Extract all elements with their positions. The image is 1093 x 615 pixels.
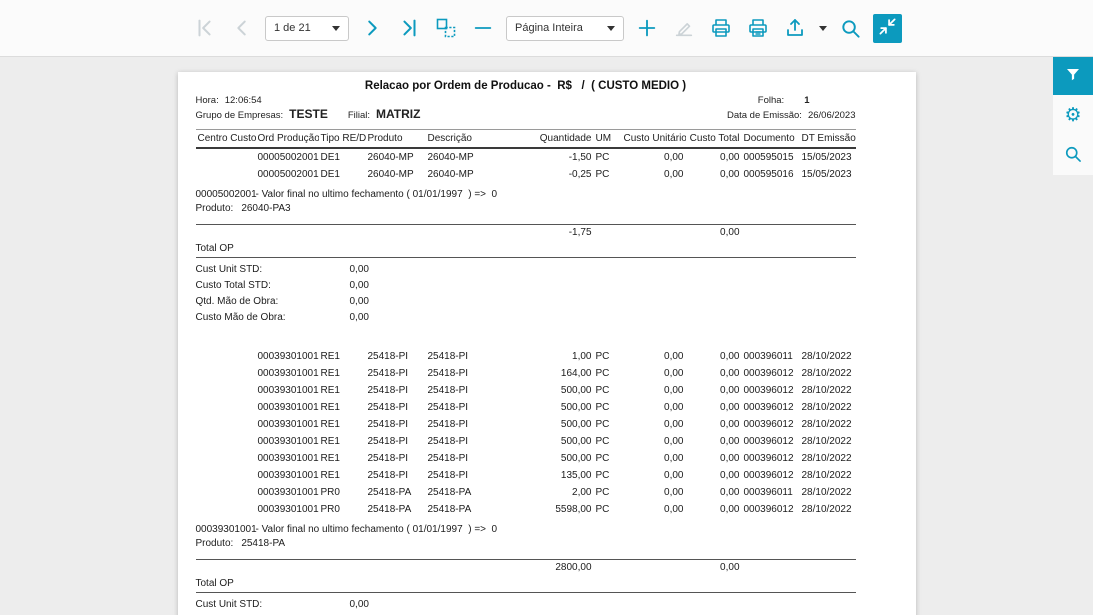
sidebar-search-button[interactable] xyxy=(1053,135,1093,175)
table-row: 00039301001 RE1 25418-PI 25418-PI 500,00 PC… xyxy=(257,401,852,413)
last-page-button[interactable] xyxy=(395,14,423,42)
report-page: Relacao por Ordem de Producao - R$ / ( C… xyxy=(177,72,916,615)
report-title: Relacao por Ordem de Producao - R$ / ( C… xyxy=(364,80,687,92)
collapse-toolbar-button[interactable] xyxy=(873,13,902,43)
first-page-icon xyxy=(194,17,216,39)
signature-edit-icon xyxy=(673,17,695,39)
total-op-label: Total OP xyxy=(195,242,234,254)
produto-line: Produto: 25418-PA xyxy=(195,537,286,549)
zoom-out-button[interactable] xyxy=(469,14,497,42)
chevron-down-icon xyxy=(332,25,340,31)
report-emission-date: Data de Emissão: 26/06/2023 xyxy=(726,110,856,121)
settings-button[interactable]: ⚙ xyxy=(1053,95,1093,135)
divider xyxy=(195,591,856,593)
print-icon xyxy=(709,16,733,40)
table-row: 00039301001 RE1 25418-PI 25418-PI 500,00 PC… xyxy=(257,384,852,396)
total-op-label: Total OP xyxy=(195,577,234,589)
table-row: 00039301001 PR0 25418-PA 25418-PA 2,00 PC 0… xyxy=(257,486,852,498)
table-row: 00005002001 DE1 26040-MP 26040-MP -0,25 PC … xyxy=(257,168,852,180)
thumbnails-icon xyxy=(434,16,458,40)
last-page-icon xyxy=(398,17,420,39)
report-sheet-number: Folha: 1 xyxy=(757,95,810,106)
previous-page-icon xyxy=(231,17,253,39)
export-caret-icon[interactable] xyxy=(819,25,827,31)
table-row: 00039301001 RE1 25418-PI 25418-PI 500,00 PC… xyxy=(257,452,852,464)
report-canvas[interactable]: Relacao por Ordem de Producao - R$ / ( C… xyxy=(0,57,1093,615)
divider xyxy=(195,256,856,258)
first-page-button[interactable] xyxy=(191,14,219,42)
next-page-icon xyxy=(361,17,383,39)
zoom-in-icon xyxy=(636,17,658,39)
report-column-header: Centro Custo Ord Produção Tipo RE/DE Pro… xyxy=(195,129,856,149)
page-selector-value: 1 de 21 xyxy=(274,22,311,34)
std-block: Cust Unit STD: 0,00 Custo Total STD: 0,0… xyxy=(196,262,856,326)
print-button[interactable] xyxy=(707,14,735,42)
right-sidebar: ⚙ xyxy=(1053,57,1093,615)
signature-button[interactable] xyxy=(670,14,698,42)
collapse-icon xyxy=(878,17,897,39)
std-block: Cust Unit STD: 0,00 xyxy=(196,597,856,613)
print-batch-icon xyxy=(746,16,770,40)
closing-note: 00039301001 - Valor final no ultimo fech… xyxy=(195,523,498,535)
print-batch-button[interactable] xyxy=(744,14,772,42)
zoom-out-icon xyxy=(472,17,494,39)
std-row: Qtd. Mão de Obra: 0,00 xyxy=(195,296,369,307)
section-totals: -1,75 0,00 xyxy=(568,227,740,238)
table-row: 00039301001 PR0 25418-PA 25418-PA 5598,00 P… xyxy=(257,503,852,515)
table-row: 00039301001 RE1 25418-PI 25418-PI 1,00 PC 0… xyxy=(257,350,852,362)
std-row: Cust Unit STD: 0,00 xyxy=(195,599,369,610)
section-totals: 2800,00 0,00 xyxy=(555,562,740,573)
page-selector[interactable]: 1 de 21 xyxy=(265,15,349,41)
export-button[interactable] xyxy=(781,14,809,42)
report-company-group: Grupo de Empresas: TESTE Filial: MATRIZ xyxy=(195,107,421,121)
closing-note: 00005002001 - Valor final no ultimo fech… xyxy=(195,188,498,200)
report-time: Hora: 12:06:54 xyxy=(195,95,262,106)
table-row: 00005002001 DE1 26040-MP 26040-MP -1,50 PC … xyxy=(257,151,852,163)
search-icon xyxy=(1063,144,1083,167)
zoom-selector-value: Página Inteira xyxy=(515,22,583,34)
gear-icon: ⚙ xyxy=(1064,103,1082,126)
table-row: 00039301001 RE1 25418-PI 25418-PI 164,00 PC… xyxy=(257,367,852,379)
search-icon xyxy=(839,17,862,40)
search-button[interactable] xyxy=(836,14,864,42)
export-icon xyxy=(783,16,807,40)
table-row: 00039301001 RE1 25418-PI 25418-PI 500,00 PC… xyxy=(257,418,852,430)
filter-icon xyxy=(1064,66,1082,87)
toolbar: 1 de 21 Página Inteira xyxy=(0,0,1093,57)
zoom-selector[interactable]: Página Inteira xyxy=(506,15,624,41)
previous-page-button[interactable] xyxy=(228,14,256,42)
zoom-in-button[interactable] xyxy=(633,14,661,42)
chevron-down-icon xyxy=(607,25,615,31)
table-row: 00039301001 RE1 25418-PI 25418-PI 500,00 PC… xyxy=(257,435,852,447)
std-row: Custo Mão de Obra: 0,00 xyxy=(195,312,369,323)
op-section-1: 00005002001 DE1 26040-MP 26040-MP -1,50 PC … xyxy=(195,149,856,326)
next-page-button[interactable] xyxy=(358,14,386,42)
produto-line: Produto: 26040-PA3 xyxy=(195,202,291,214)
table-row: 00039301001 RE1 25418-PI 25418-PI 135,00 PC… xyxy=(257,469,852,481)
op-section-2: 00039301001 RE1 25418-PI 25418-PI 1,00 PC 0… xyxy=(195,348,856,613)
std-row: Cust Unit STD: 0,00 xyxy=(195,264,369,275)
filter-button[interactable] xyxy=(1053,57,1093,95)
thumbnails-view-button[interactable] xyxy=(432,14,460,42)
std-row: Custo Total STD: 0,00 xyxy=(195,280,369,291)
